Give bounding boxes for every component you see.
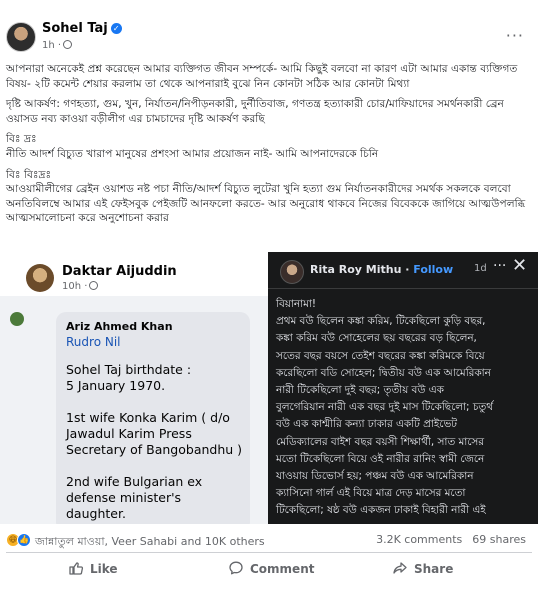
comment-line (66, 394, 244, 410)
globe-icon (89, 281, 99, 290)
right-screenshot-name: Rita Roy Mithu · Follow (310, 263, 454, 276)
author-avatar[interactable] (6, 22, 36, 52)
text-line: ক্যাসিনো গার্ল এই বিয়ে মাত্র দেড় মাসের… (276, 487, 466, 500)
post-paragraph: আপনারা অনেকেই প্রশ্ন করেছেন আমার ব্যক্তি… (6, 63, 518, 90)
left-screenshot-time: 10h · (62, 281, 99, 292)
author-name[interactable]: Sohel Taj ✓ (42, 21, 122, 36)
reaction-icons[interactable]: 😆 👍 (6, 533, 32, 547)
thumbs-up-icon (69, 562, 84, 575)
engagement-counts: 3.2K comments 69 shares (366, 533, 526, 546)
comment-author-avatar (10, 312, 24, 326)
globe-icon (63, 40, 73, 49)
comment-line: defense minister's daughter. (66, 490, 182, 521)
share-button[interactable]: Share (392, 560, 453, 586)
post-header: Sohel Taj ✓ 1h · ··· (0, 0, 538, 62)
left-screenshot-header: Daktar Aijuddin 10h · (0, 252, 268, 296)
comments-count[interactable]: 3.2K comments (376, 533, 462, 546)
comment-line: Jawadul Karim Press (66, 426, 192, 441)
share-arrow-icon (393, 562, 407, 574)
text-line: বউ এক কাশ্মীরি কন্যা ঢাকার একটি প্রাইভেট (276, 418, 457, 431)
post-paragraph: দৃষ্টি আকর্ষণ: গণহত্যা, গুম, খুন, নির্যা… (6, 98, 504, 125)
verified-badge-icon: ✓ (110, 23, 122, 34)
post-body: আপনারা অনেকেই প্রশ্ন করেছেন আমার ব্যক্তি… (6, 62, 531, 232)
like-icon: 👍 (17, 533, 31, 547)
comment-line (66, 458, 244, 474)
comment-button[interactable]: Comment (228, 560, 314, 586)
action-bar: Like Comment Share (0, 556, 538, 590)
follow-link: Follow (413, 263, 454, 276)
text-line: সতের বছর বয়সে তেইশ বছরের কঙ্কা করিমকে ব… (276, 349, 485, 362)
post-paragraph: বিঃ বিঃদ্রঃ আওয়ামীলীগের ব্রেইন ওয়াশড ন… (6, 168, 526, 225)
comment-line: Sohel Taj birthdate : (66, 362, 192, 377)
post-card: Sohel Taj ✓ 1h · ··· আপনারা অনেকেই প্রশ্ন… (0, 0, 538, 600)
divider (268, 288, 538, 289)
comment-author: Ariz Ahmed Khan (66, 320, 173, 333)
post-media[interactable]: Daktar Aijuddin 10h · Ariz Ahmed Khan Ru… (0, 252, 538, 524)
comment-text: Sohel Taj birthdate : 5 January 1970. 1s… (66, 362, 244, 522)
text-line: করেছিলো বডি সোহেল; দ্বিতীয় বউ এক আমেরিক… (276, 366, 491, 379)
text-line: কঙ্কা করিম বউ সোহেলের ছয় বছরের বড় ছিলে… (276, 332, 477, 345)
text-line: প্রথম বউ ছিলেন কঙ্কা করিম, টিকেছিলো কুড়… (276, 315, 486, 328)
comment-mention: Rudro Nil (66, 335, 121, 349)
text-line: নারী টিকেছিলো দুই বছর; তৃতীয় বউ এক (276, 384, 444, 397)
shares-count[interactable]: 69 shares (472, 533, 526, 546)
text-line: যাওয়ায় ডিভোর্স হয়; পঞ্চম বউ এক আমেরিক… (276, 470, 474, 483)
right-screenshot-text: বিয়ানামা! প্রথম বউ ছিলেন কঙ্কা করিম, টি… (276, 296, 532, 520)
right-screenshot-image[interactable]: Rita Roy Mithu · Follow 1d ··· ✕ বিয়ানা… (268, 252, 538, 524)
text-line: মেডিক্যালের বাইশ বছর বয়সী শিক্ষার্থী, স… (276, 435, 485, 448)
comment-line: 1st wife Konka Karim ( d/o (66, 410, 230, 425)
left-screenshot-name: Daktar Aijuddin (62, 264, 177, 279)
comment-bubble-icon (229, 561, 243, 575)
right-screenshot-close-icon: ✕ (512, 255, 528, 276)
comment-line: 5 January 1970. (66, 378, 166, 393)
post-paragraph: বিঃ দ্রঃ নীতি আদর্শ বিচ্যুত খারাপ মানুষে… (6, 133, 379, 160)
actions-divider (6, 552, 532, 553)
post-meta: 1h · (42, 40, 73, 51)
comment-line: 2nd wife Bulgarian ex (66, 474, 203, 489)
text-line: মতো টিকেছিলো বিয়ে ওই নারীর রানিং স্বামী… (276, 452, 485, 465)
left-screenshot-avatar (26, 264, 54, 292)
text-line: বুলগেরিয়ান নারী এক বছর দুই মাস টিকেছিলো… (276, 401, 493, 414)
author-name-text[interactable]: Sohel Taj (42, 21, 108, 36)
comment-line: Secretary of Bangobandhu ) (66, 442, 243, 457)
comment-bubble: Ariz Ahmed Khan Rudro Nil Sohel Taj birt… (56, 312, 250, 524)
like-label: Like (90, 562, 118, 576)
share-label: Share (414, 562, 454, 576)
reactions-summary[interactable]: জান্নাতুল মাওয়া, Veer Sahabi and 10K ot… (35, 533, 265, 552)
reaction-stats: 😆 👍 জান্নাতুল মাওয়া, Veer Sahabi and 10… (0, 524, 538, 554)
right-screenshot-avatar (280, 260, 304, 284)
text-line: বিয়ানামা! (276, 298, 317, 310)
left-screenshot-image[interactable]: Daktar Aijuddin 10h · Ariz Ahmed Khan Ru… (0, 252, 268, 524)
text-line: টিকেছিলো; ষষ্ঠ বউ একজন ঢাকাই বিহারী নারী… (276, 504, 486, 517)
post-time[interactable]: 1h · (42, 40, 61, 51)
right-screenshot-more-icon: ··· (493, 258, 507, 274)
comment-label: Comment (250, 562, 315, 576)
more-options-button[interactable]: ··· (506, 26, 524, 45)
like-button[interactable]: Like (68, 560, 118, 586)
right-screenshot-time: 1d (474, 263, 487, 274)
